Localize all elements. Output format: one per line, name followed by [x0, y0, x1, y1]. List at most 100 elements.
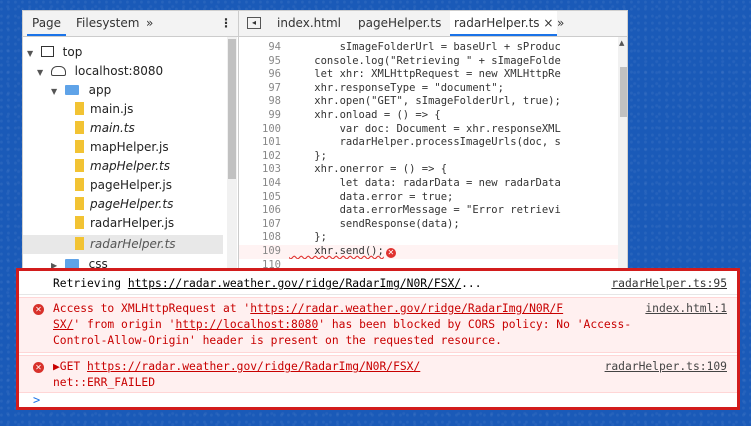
line-number: 103: [262, 163, 281, 176]
code-line: 98 xhr.open("GET", sImageFolderUrl, true…: [239, 95, 627, 109]
code-text: data.errorMessage = "Error retrievi: [289, 204, 561, 217]
expand-request-toggle[interactable]: ▶GET: [53, 360, 87, 373]
tree-item-top[interactable]: ▼ top: [27, 43, 82, 62]
code-line: 96 let xhr: XMLHttpRequest = new XMLHttp…: [239, 68, 627, 82]
tree-item-pagehelper-ts[interactable]: pageHelper.ts: [75, 195, 173, 214]
log-prefix: Retrieving: [53, 277, 128, 290]
tree-item-app[interactable]: ▼ app: [51, 81, 111, 100]
code-line: 95 console.log("Retrieving " + sImageFol…: [239, 54, 627, 69]
code-line-error: 109 xhr.send(); ✕: [239, 245, 627, 259]
editor-scrollbar[interactable]: ▲: [618, 37, 627, 271]
code-text: xhr.responseType = "document";: [289, 81, 504, 94]
code-text: xhr.onerror = () => {: [289, 163, 448, 176]
code-text: };: [289, 231, 327, 244]
console-panel: Retrieving https://radar.weather.gov/rid…: [16, 268, 740, 410]
tree-item-radarhelper-js[interactable]: radarHelper.js: [75, 214, 174, 233]
tree-item-label: pageHelper.js: [90, 178, 172, 192]
console-prompt[interactable]: >: [33, 393, 40, 407]
error-url-link[interactable]: SX/: [53, 318, 73, 331]
folder-icon: [64, 85, 79, 95]
navigator-menu-icon[interactable]: ⋮: [215, 11, 237, 36]
code-area[interactable]: 94 sImageFolderUrl = baseUrl + sProduc 9…: [239, 37, 627, 271]
tree-item-pagehelper-js[interactable]: pageHelper.js: [75, 176, 172, 195]
error-url-link[interactable]: https://radar.weather.gov/ridge/RadarImg…: [250, 302, 563, 315]
line-number: 101: [262, 136, 281, 149]
origin-link[interactable]: http://localhost:8080: [175, 318, 318, 331]
code-line: 106 data.errorMessage = "Error retrievi: [239, 204, 627, 218]
console-error-message: ✕ ▶GET https://radar.weather.gov/ridge/R…: [19, 355, 737, 393]
log-text: Retrieving https://radar.weather.gov/rid…: [53, 277, 482, 290]
tree-item-label: localhost:8080: [74, 64, 164, 78]
log-url-link[interactable]: https://radar.weather.gov/ridge/RadarImg…: [128, 277, 461, 290]
code-line: 101 radarHelper.processImageUrls(doc, s: [239, 136, 627, 150]
error-code-text: xhr.send();: [289, 245, 384, 257]
tree-item-label: mapHelper.ts: [90, 159, 171, 173]
code-line: 100 var doc: Document = xhr.responseXML: [239, 122, 627, 137]
navigator-scrollbar[interactable]: [227, 37, 237, 271]
request-url-link[interactable]: https://radar.weather.gov/ridge/RadarImg…: [87, 360, 420, 373]
line-number: 109: [262, 245, 281, 257]
tab-pagehelper-ts[interactable]: pageHelper.ts: [358, 11, 441, 36]
tree-item-radarhelper-ts[interactable]: radarHelper.ts: [75, 235, 176, 254]
tree-item-label: radarHelper.ts: [90, 237, 176, 251]
navigator-tabbar: Page Filesystem » ⋮: [23, 11, 238, 37]
tree-item-label: top: [62, 45, 83, 59]
file-icon: [75, 102, 84, 115]
tree-item-label: radarHelper.js: [90, 216, 175, 230]
navigator-panel: Page Filesystem » ⋮ ▼ top ▼ localhost:80…: [23, 11, 239, 271]
line-number: 97: [268, 81, 281, 94]
code-line: 102 };: [239, 149, 627, 164]
line-number: 96: [268, 68, 281, 81]
scroll-up-arrow-icon[interactable]: ▲: [619, 39, 624, 47]
source-link[interactable]: radarHelper.ts:109: [605, 360, 727, 373]
line-number: 94: [268, 41, 281, 53]
source-link[interactable]: radarHelper.ts:95: [611, 277, 727, 290]
tab-radarhelper-ts[interactable]: radarHelper.ts ×: [450, 11, 558, 36]
tab-page[interactable]: Page: [27, 11, 67, 36]
toggle-navigator-icon[interactable]: ◂: [247, 17, 261, 29]
console-log-message: Retrieving https://radar.weather.gov/rid…: [19, 271, 737, 295]
tree-item-maphelper-js[interactable]: mapHelper.js: [75, 138, 169, 157]
expand-arrow-icon[interactable]: ▼: [27, 44, 37, 63]
close-tab-icon[interactable]: ×: [543, 16, 553, 30]
code-text: let xhr: XMLHttpRequest = new XMLHttpRe: [289, 68, 561, 81]
line-number: 106: [262, 204, 281, 217]
tab-index-html[interactable]: index.html: [277, 11, 341, 36]
log-suffix: ...: [461, 277, 482, 290]
error-line[interactable]: ▶GET https://radar.weather.gov/ridge/Rad…: [53, 360, 420, 373]
tree-item-maphelper-ts[interactable]: mapHelper.ts: [75, 157, 170, 176]
line-number: 98: [268, 95, 281, 108]
tree-item-localhost[interactable]: ▼ localhost:8080: [37, 62, 163, 81]
tree-item-main-ts[interactable]: main.ts: [75, 119, 135, 138]
navigator-more-tabs-button[interactable]: »: [141, 11, 158, 36]
editor-more-tabs-button[interactable]: »: [557, 11, 564, 36]
code-text: };: [289, 149, 327, 162]
error-marker-icon[interactable]: ✕: [385, 248, 396, 258]
line-number: 100: [262, 122, 281, 135]
error-text: Access to XMLHttpRequest at ': [53, 302, 251, 315]
tree-item-main-js[interactable]: main.js: [75, 100, 133, 119]
expand-arrow-icon[interactable]: ▼: [51, 82, 61, 101]
tab-filesystem[interactable]: Filesystem: [71, 11, 144, 36]
line-number: 105: [262, 190, 281, 203]
file-icon: [75, 121, 84, 134]
error-text: ' from origin ': [73, 318, 176, 331]
line-number: 108: [262, 231, 281, 244]
file-icon: [75, 159, 84, 172]
scrollbar-thumb[interactable]: [228, 39, 236, 179]
source-link[interactable]: index.html:1: [645, 302, 727, 315]
expand-arrow-icon[interactable]: ▼: [37, 63, 47, 82]
code-line: 103 xhr.onerror = () => {: [239, 163, 627, 177]
file-icon: [75, 140, 84, 153]
code-text: var doc: Document = xhr.responseXML: [289, 122, 561, 135]
code-text: console.log("Retrieving " + sImageFolde: [289, 54, 561, 67]
source-editor: ◂ index.html pageHelper.ts radarHelper.t…: [239, 11, 627, 271]
code-text: sendResponse(data);: [289, 217, 460, 230]
code-text: data.error = true;: [289, 190, 454, 203]
error-line: Control-Allow-Origin' header is present …: [53, 334, 502, 347]
line-number: 107: [262, 217, 281, 230]
scrollbar-thumb[interactable]: [620, 67, 627, 117]
console-error-message: ✕ Access to XMLHttpRequest at 'https://r…: [19, 297, 737, 353]
editor-tabbar: ◂ index.html pageHelper.ts radarHelper.t…: [239, 11, 627, 37]
code-line: 97 xhr.responseType = "document";: [239, 81, 627, 96]
